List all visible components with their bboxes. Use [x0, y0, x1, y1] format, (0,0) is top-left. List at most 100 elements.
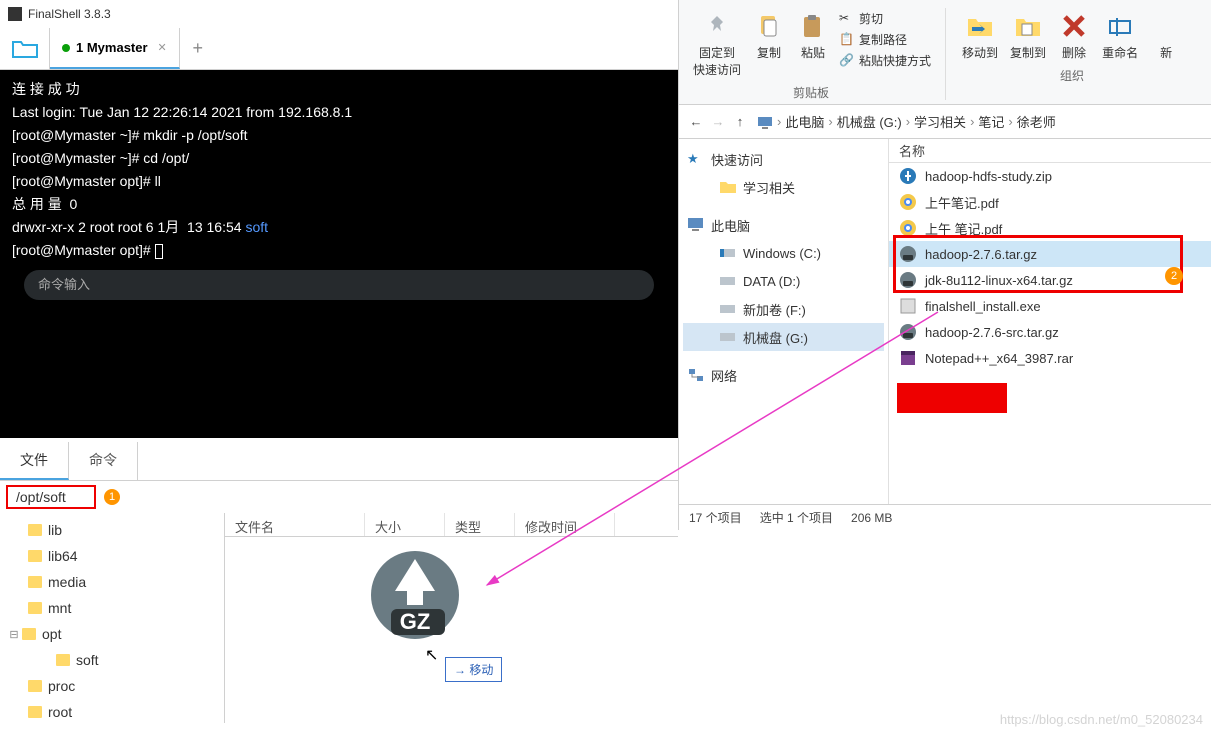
tree-item[interactable]: proc: [8, 673, 216, 699]
crumb[interactable]: 此电脑: [785, 112, 824, 131]
tree-item-opt[interactable]: ⊟opt: [8, 621, 216, 647]
crumb[interactable]: 笔记: [978, 112, 1004, 131]
terminal-cursor: [155, 244, 163, 259]
tree-collapse-icon[interactable]: ⊟: [8, 628, 20, 641]
file-name: hadoop-hdfs-study.zip: [925, 169, 1052, 184]
session-tab[interactable]: 1 Mymaster ✕: [50, 28, 180, 69]
drive-icon: [719, 329, 737, 345]
ribbon-group-organize: 移动到 复制到 删除 重命名 新 组织: [952, 4, 1192, 104]
tree-item[interactable]: lib64: [8, 543, 216, 569]
copy-button[interactable]: 复制: [747, 6, 791, 65]
up-button[interactable]: ↑: [729, 114, 751, 129]
watermark: https://blog.csdn.net/m0_52080234: [1000, 712, 1203, 727]
tab-files[interactable]: 文件: [0, 442, 69, 480]
file-name: hadoop-2.7.6.tar.gz: [925, 247, 1037, 262]
btn-label2: 快速访问: [693, 61, 741, 78]
pin-button[interactable]: 固定到 快速访问: [687, 6, 747, 82]
finalshell-tabbar: 1 Mymaster ✕ +: [0, 28, 678, 70]
nav-label: 机械盘 (G:): [743, 328, 808, 347]
nav-drive-d[interactable]: DATA (D:): [683, 267, 884, 295]
nav-drive-f[interactable]: 新加卷 (F:): [683, 295, 884, 323]
paste-button[interactable]: 粘贴: [791, 6, 835, 65]
tree-item[interactable]: media: [8, 569, 216, 595]
folder-icon: [56, 654, 70, 666]
mouse-cursor-icon: ↖: [425, 645, 438, 665]
folder-icon: [719, 179, 737, 195]
list-item[interactable]: 上午笔记.pdf: [889, 189, 1211, 215]
terminal-line: [root@Mymaster opt]# ll: [12, 173, 161, 189]
col-name[interactable]: 文件名: [225, 513, 365, 536]
forward-button[interactable]: →: [707, 114, 729, 129]
crumb[interactable]: 学习相关: [914, 112, 966, 131]
drag-ghost-gz-icon: GZ: [365, 547, 465, 647]
copyto-button[interactable]: 复制到: [1004, 6, 1052, 65]
list-item[interactable]: finalshell_install.exe: [889, 293, 1211, 319]
app-icon: [8, 7, 22, 21]
tree-item[interactable]: lib: [8, 517, 216, 543]
nav-drive-c[interactable]: Windows (C:): [683, 239, 884, 267]
nav-drive-g[interactable]: 机械盘 (G:): [683, 323, 884, 351]
tree-item[interactable]: mnt: [8, 595, 216, 621]
file-list[interactable]: 名称 hadoop-hdfs-study.zip 上午笔记.pdf 上午 笔记.…: [889, 139, 1211, 504]
rename-button[interactable]: 重命名: [1096, 6, 1144, 65]
new-button[interactable]: 新: [1144, 6, 1188, 65]
crumb[interactable]: 徐老师: [1017, 112, 1056, 131]
lower-tabs: 文件 命令: [0, 442, 678, 481]
command-placeholder: 命令输入: [38, 274, 90, 296]
terminal-line: drwxr-xr-x 2 root root 6 1月 13 16:54: [12, 219, 245, 235]
list-item[interactable]: 上午 笔记.pdf: [889, 215, 1211, 241]
list-item[interactable]: hadoop-hdfs-study.zip: [889, 163, 1211, 189]
paste-shortcut-button[interactable]: 🔗粘贴快捷方式: [835, 50, 935, 71]
copy-icon: [753, 10, 785, 42]
btn-label: 删除: [1062, 44, 1086, 61]
crumb[interactable]: 机械盘 (G:): [837, 112, 902, 131]
command-input[interactable]: 命令输入: [24, 270, 654, 300]
cut-button[interactable]: ✂剪切: [835, 8, 935, 29]
lower-pane: lib lib64 media mnt ⊟opt soft proc root …: [0, 513, 678, 723]
add-tab-button[interactable]: +: [180, 38, 216, 59]
remote-tree[interactable]: lib lib64 media mnt ⊟opt soft proc root: [0, 513, 225, 723]
nav-study[interactable]: 学习相关: [683, 173, 884, 201]
folder-icon: [28, 524, 42, 536]
folder-icon: [28, 706, 42, 718]
nav-label: 网络: [711, 366, 737, 385]
moveto-button[interactable]: 移动到: [956, 6, 1004, 65]
terminal[interactable]: 连 接 成 功 Last login: Tue Jan 12 22:26:14 …: [0, 70, 678, 438]
back-button[interactable]: ←: [685, 114, 707, 129]
open-folder-button[interactable]: [0, 28, 50, 69]
nav-network[interactable]: 网络: [683, 361, 884, 389]
nav-this-pc[interactable]: 此电脑: [683, 211, 884, 239]
delete-button[interactable]: 删除: [1052, 6, 1096, 65]
drive-icon: [719, 301, 737, 317]
grid-body[interactable]: GZ ↖ → 移动: [225, 537, 678, 723]
folder-icon: [12, 39, 38, 59]
file-name: hadoop-2.7.6-src.tar.gz: [925, 325, 1059, 340]
col-type[interactable]: 类型: [445, 513, 515, 536]
star-icon: ★: [687, 151, 705, 167]
btn-label: 粘贴快捷方式: [859, 52, 931, 69]
nav-label: 学习相关: [743, 178, 795, 197]
list-header[interactable]: 名称: [889, 139, 1211, 163]
nav-quick-access[interactable]: ★快速访问: [683, 145, 884, 173]
pc-icon: [757, 115, 773, 129]
grid-header: 文件名 大小 类型 修改时间: [225, 513, 678, 537]
col-mtime[interactable]: 修改时间: [515, 513, 615, 536]
folder-icon: [28, 576, 42, 588]
list-item-selected[interactable]: hadoop-2.7.6.tar.gz: [889, 241, 1211, 267]
breadcrumb[interactable]: ›此电脑 ›机械盘 (G:) ›学习相关 ›笔记 ›徐老师: [757, 112, 1056, 131]
terminal-dir: soft: [245, 219, 268, 235]
tree-item[interactable]: root: [8, 699, 216, 723]
close-icon[interactable]: ✕: [158, 41, 167, 54]
list-item[interactable]: hadoop-2.7.6-src.tar.gz: [889, 319, 1211, 345]
list-item[interactable]: jdk-8u112-linux-x64.tar.gz: [889, 267, 1211, 293]
col-size[interactable]: 大小: [365, 513, 445, 536]
terminal-line: 连 接 成 功: [12, 81, 80, 97]
tab-commands[interactable]: 命令: [69, 442, 138, 480]
nav-pane[interactable]: ★快速访问 学习相关 此电脑 Windows (C:) DATA (D:) 新加…: [679, 139, 889, 504]
remote-file-grid[interactable]: 文件名 大小 类型 修改时间 GZ ↖ → 移动: [225, 513, 678, 723]
remote-path-input[interactable]: /opt/soft: [6, 485, 96, 509]
remote-path-bar: /opt/soft 1: [0, 481, 678, 513]
list-item[interactable]: Notepad++_x64_3987.rar: [889, 345, 1211, 371]
tree-item-soft[interactable]: soft: [8, 647, 216, 673]
copy-path-button[interactable]: 📋复制路径: [835, 29, 935, 50]
